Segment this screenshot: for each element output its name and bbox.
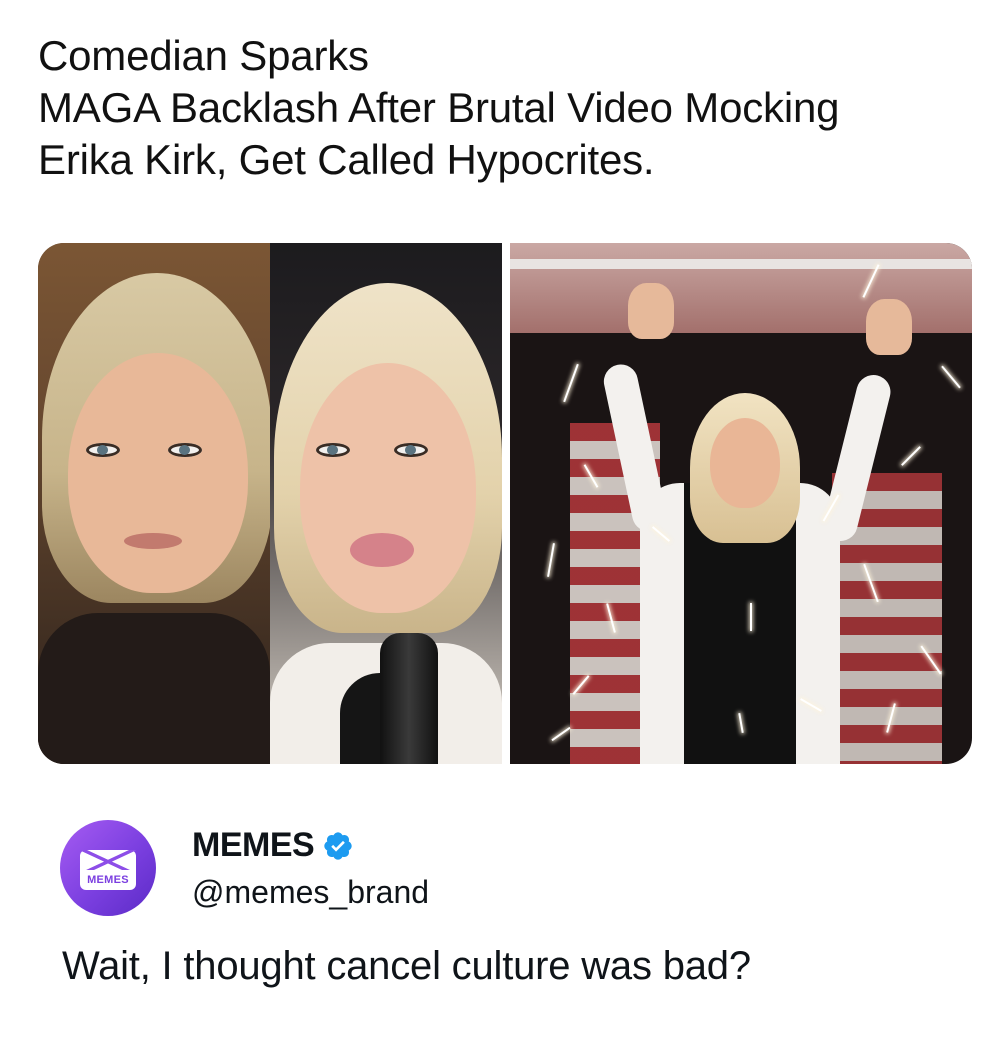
microphone [380, 633, 438, 764]
headline-line-3: Erika Kirk, Get Called Hypocrites. [38, 136, 655, 183]
sparkler-spark [750, 603, 752, 631]
author-handle[interactable]: @memes_brand [192, 874, 429, 911]
sparkler-spark [547, 543, 555, 577]
sparkler-spark [563, 363, 579, 403]
headline-line-2: MAGA Backlash After Brutal Video Mocking [38, 84, 840, 131]
tweet-author[interactable]: MEMES MEMES @memes_brand [60, 812, 960, 932]
headline-line-1: Comedian Sparks [38, 32, 369, 79]
sparkler-spark [551, 726, 571, 742]
avatar[interactable]: MEMES [60, 820, 156, 916]
avatar-label: MEMES [87, 874, 129, 886]
sparkler-spark [941, 365, 961, 389]
verified-badge-icon [324, 831, 352, 860]
author-name[interactable]: MEMES [192, 826, 315, 865]
author-name-row: MEMES [192, 826, 354, 865]
media-grid[interactable] [38, 243, 972, 764]
media-image-right[interactable] [510, 243, 972, 764]
headline: Comedian Sparks MAGA Backlash After Brut… [38, 30, 988, 186]
sparkler-spark [901, 446, 921, 466]
photo-woman-left [38, 243, 272, 764]
tweet-text: Wait, I thought cancel culture was bad? [62, 944, 751, 988]
media-image-left[interactable] [38, 243, 502, 764]
